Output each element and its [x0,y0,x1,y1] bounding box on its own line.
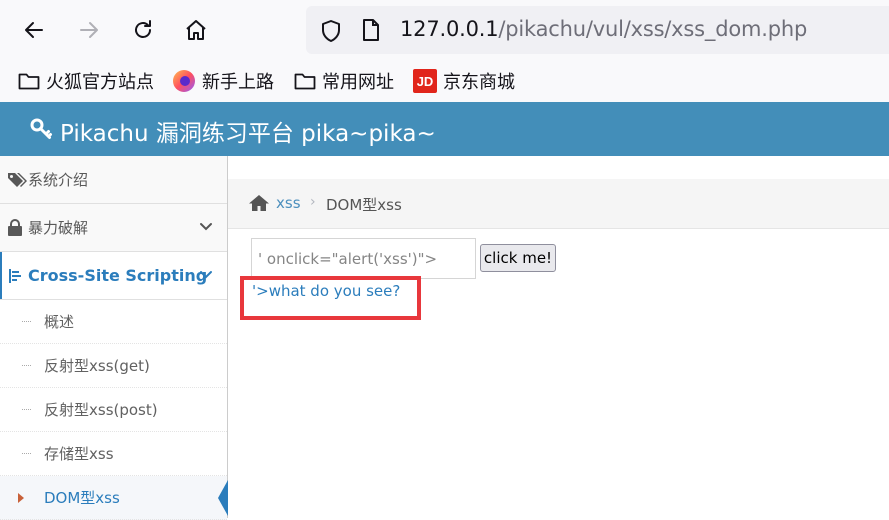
folder-icon [18,72,40,90]
arrow-right-icon [80,22,98,38]
arrow-left-icon [25,22,43,38]
home-icon [186,20,206,40]
site-header: Pikachu 漏洞练习平台 pika~pika~ [0,102,889,156]
chevron-down-icon [200,223,212,231]
bookmark-firefox-site[interactable]: 火狐官方站点 [18,68,154,94]
click-me-button[interactable]: click me! [480,244,556,272]
sidebar-item-xss[interactable]: Cross-Site Scripting [0,252,227,300]
active-pointer [218,480,228,516]
breadcrumb-link-xss[interactable]: xss [276,194,301,212]
bookmark-common-sites[interactable]: 常用网址 [294,68,394,94]
bookmark-jd[interactable]: JD 京东商城 [413,68,515,94]
reload-button[interactable] [125,12,161,48]
submenu-label: 反射型xss(get) [44,357,150,375]
sidebar: 系统介绍 暴力破解 Cross-Site Scripting 概述 反射型xss… [0,156,228,520]
key-icon [30,118,52,139]
jd-icon: JD [413,69,437,93]
submenu-label: 反射型xss(post) [44,401,158,419]
reload-icon [135,20,151,38]
url-path: /pikachu/vul/xss/xss_dom.php [498,17,808,41]
forward-button[interactable] [71,12,107,48]
firefox-icon [172,69,196,93]
breadcrumb-current: DOM型xss [326,196,402,214]
home-icon[interactable] [248,194,270,212]
sidebar-item-label: 系统介绍 [28,171,89,189]
submenu-item-reflected-get[interactable]: 反射型xss(get) [0,344,227,388]
bookmark-getting-started[interactable]: 新手上路 [172,68,274,94]
text-input[interactable]: ' onclick="alert('xss')"> [251,238,476,279]
submenu-item-dom[interactable]: DOM型xss [0,476,228,520]
url-text[interactable]: 127.0.0.1/pikachu/vul/xss/xss_dom.php [400,17,807,41]
browser-toolbar: 127.0.0.1/pikachu/vul/xss/xss_dom.php [0,0,889,60]
submenu-item-overview[interactable]: 概述 [0,300,227,344]
back-button[interactable] [16,12,52,48]
sidebar-item-intro[interactable]: 系统介绍 [0,156,227,204]
sidebar-item-label: 暴力破解 [28,219,89,237]
submenu-label: 存储型xss [44,445,114,463]
lock-icon [7,219,27,236]
url-host: 127.0.0.1 [400,17,499,41]
caret-right-icon [18,493,24,503]
bookmark-label: 京东商城 [443,72,515,93]
sidebar-item-label: Cross-Site Scripting [28,266,208,285]
bookmarks-bar: 火狐官方站点 新手上路 常用网址 JD 京东商城 [0,60,889,102]
submenu-label: 概述 [44,313,75,331]
page-icon[interactable] [362,19,380,41]
chevron-down-icon [200,271,212,279]
tags-icon [7,172,27,188]
site-title[interactable]: Pikachu 漏洞练习平台 pika~pika~ [60,114,436,148]
submenu-label: DOM型xss [44,489,120,507]
shield-icon[interactable] [320,19,342,43]
folder-icon [294,72,316,90]
sidebar-item-bruteforce[interactable]: 暴力破解 [0,204,227,252]
list-icon [7,268,27,284]
svg-text:JD: JD [417,74,434,89]
submenu-item-stored[interactable]: 存储型xss [0,432,227,476]
home-button[interactable] [178,12,214,48]
bookmark-label: 火狐官方站点 [46,72,154,93]
address-bar[interactable]: 127.0.0.1/pikachu/vul/xss/xss_dom.php [306,6,889,54]
breadcrumb-separator: › [310,194,316,210]
breadcrumb: xss › DOM型xss [228,179,889,229]
bookmark-label: 常用网址 [322,72,394,93]
bookmark-label: 新手上路 [202,72,274,93]
submenu-item-reflected-post[interactable]: 反射型xss(post) [0,388,227,432]
highlight-annotation-box [240,276,421,320]
xss-submenu: 概述 反射型xss(get) 反射型xss(post) 存储型xss DOM型x… [0,300,228,520]
